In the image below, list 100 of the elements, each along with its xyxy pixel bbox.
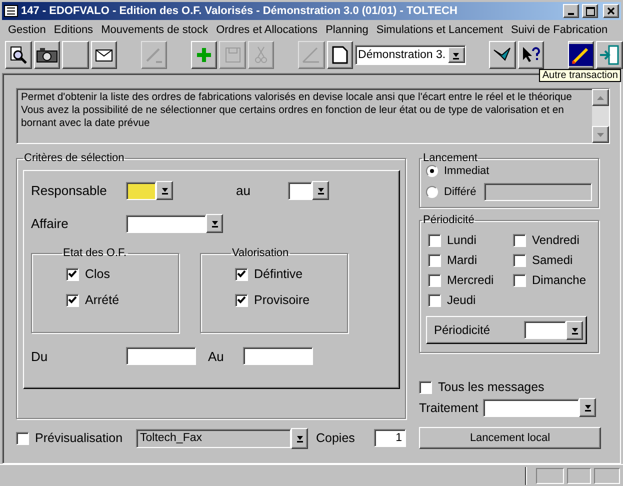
affaire-field[interactable] — [126, 214, 206, 232]
launch-button[interactable]: Lancement local — [419, 427, 601, 449]
checkbox[interactable] — [419, 380, 432, 394]
status-panel — [594, 468, 620, 484]
dropdown-button[interactable] — [579, 398, 596, 417]
checkbox-label: Samedi — [532, 253, 573, 267]
dropdown-arrow-icon — [584, 403, 592, 412]
checkbox[interactable] — [66, 268, 79, 280]
field-label: Périodicité — [434, 323, 492, 337]
checkbox[interactable] — [513, 274, 526, 286]
dropdown-button[interactable] — [312, 181, 329, 200]
toolbar-button[interactable] — [62, 41, 89, 69]
toolbar-button[interactable] — [5, 41, 32, 69]
printer-field[interactable]: Toltech_Fax — [136, 428, 291, 448]
menu-item[interactable]: Planning — [322, 24, 372, 36]
scrollbar[interactable] — [592, 89, 609, 143]
field-label: au — [236, 183, 252, 198]
toolbar-button[interactable] — [90, 41, 118, 69]
treatment-field[interactable] — [483, 398, 579, 416]
toolbar-button[interactable] — [190, 41, 218, 69]
field-label: Affaire — [31, 216, 70, 231]
delay-field[interactable] — [484, 183, 592, 201]
close-button[interactable] — [603, 4, 619, 18]
group-title: Lancement — [422, 152, 478, 164]
dropdown-button[interactable] — [291, 428, 308, 448]
toolbar-button[interactable] — [568, 41, 594, 69]
minimize-button[interactable] — [563, 4, 579, 18]
radio-label: Différé — [444, 186, 478, 198]
dropdown-button[interactable] — [566, 320, 583, 340]
window-title: 147 - EDOFVALO - Edition des O.F. Valorisés - Démonstration 3.0 (01/01) - TOLTECH — [21, 5, 458, 17]
checkbox[interactable] — [513, 254, 526, 266]
checkbox-label: Dimanche — [532, 273, 586, 287]
checkbox[interactable] — [513, 234, 526, 246]
exit-icon — [598, 45, 621, 65]
dropdown-button[interactable] — [448, 47, 465, 63]
app-icon — [4, 5, 18, 17]
close-icon — [607, 7, 615, 15]
field-label: Traitement — [419, 400, 480, 414]
checkbox[interactable] — [66, 294, 79, 306]
group-title: Critères de sélection — [23, 152, 126, 164]
group-title: Périodicité — [422, 214, 476, 226]
field-label: Responsable — [31, 183, 108, 198]
checkbox[interactable] — [235, 268, 248, 280]
menu-item[interactable]: Gestion — [4, 24, 50, 36]
radio-button[interactable] — [426, 186, 438, 198]
periodicity-field[interactable] — [524, 321, 566, 339]
menu-item[interactable]: Suivi de Fabrication — [506, 24, 612, 36]
date-from-field[interactable] — [126, 347, 196, 365]
field-label: Du — [31, 348, 49, 364]
dropdown-arrow-icon — [570, 326, 578, 334]
dropdown-arrow-icon — [160, 186, 168, 195]
checkbox[interactable] — [235, 294, 248, 306]
dropdown-arrow-icon — [210, 219, 218, 228]
page-icon — [332, 46, 348, 64]
dropdown-button[interactable] — [156, 181, 173, 200]
checkbox-label: Mardi — [447, 253, 478, 267]
menu-item[interactable]: Simulations et Lancement — [372, 24, 507, 36]
radio-button[interactable] — [426, 165, 438, 177]
menu-item[interactable]: Mouvements de stock — [97, 24, 212, 36]
checkbox-label: Arrété — [85, 293, 120, 307]
company-dropdown[interactable]: Démonstration 3. — [355, 45, 466, 65]
toolbar-button[interactable] — [518, 41, 544, 69]
dropdown-arrow-icon — [296, 434, 304, 442]
checkbox[interactable] — [16, 432, 29, 444]
save-icon — [224, 47, 241, 63]
toolbar-button[interactable] — [326, 41, 354, 69]
plus-icon — [195, 46, 214, 64]
radio-label: Immediat — [444, 165, 490, 177]
menu-item[interactable]: Ordres et Allocations — [212, 24, 322, 36]
menu-item[interactable]: Editions — [50, 24, 98, 36]
checkbox-label: Provisoire — [254, 293, 310, 307]
dropdown-button[interactable] — [206, 214, 223, 233]
toolbar-button[interactable] — [489, 41, 516, 69]
date-to-field[interactable] — [243, 347, 313, 365]
zoom-document-icon — [9, 46, 28, 64]
dropdown-arrow-icon — [452, 50, 460, 60]
scroll-up-icon — [597, 96, 604, 100]
checkbox-label: Vendredi — [532, 233, 580, 247]
checkbox-label: Clos — [85, 267, 110, 281]
responsable-to-field[interactable] — [288, 182, 312, 200]
checkbox-label: Défintive — [254, 267, 303, 281]
checkbox[interactable] — [428, 254, 441, 266]
responsable-field[interactable] — [126, 182, 156, 200]
checkbox-label: Jeudi — [447, 293, 476, 307]
checkbox[interactable] — [428, 274, 441, 286]
description-text: Permet d'obtenir la liste des ordres de fabrications valorisés en devise locale ansi que l'écart entre le réel et le théorique Vous avez la possibilité de ne sélectionner que certains ordres en fonction de leur état ou de type de valorisation et en bornant avec la date prévue — [20, 91, 573, 131]
maximize-icon — [586, 6, 594, 16]
group-title: Etat des O.F. — [62, 247, 128, 259]
scissors-icon — [255, 46, 268, 64]
maximize-button[interactable] — [582, 4, 598, 18]
scroll-down-icon — [597, 132, 604, 136]
checkbox[interactable] — [428, 234, 441, 246]
toolbar-button[interactable] — [596, 41, 623, 69]
toolbar-button[interactable] — [34, 41, 60, 69]
checkbox-label: Lundi — [447, 233, 476, 247]
status-panel — [536, 468, 564, 484]
copies-field[interactable]: 1 — [374, 429, 406, 447]
help-icon — [521, 46, 541, 64]
checkbox-label: Prévisualisation — [35, 431, 123, 445]
checkbox[interactable] — [428, 294, 441, 306]
